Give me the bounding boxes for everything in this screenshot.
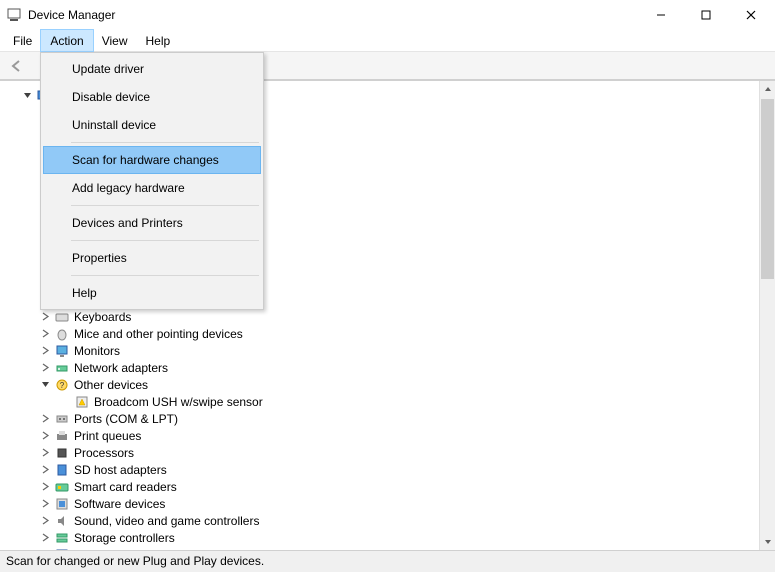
tree-node[interactable]: Software devices [2,495,759,512]
tree-spacer [58,395,72,409]
tree-node-label: Network adapters [74,361,168,375]
menu-view[interactable]: View [93,30,137,51]
menubar: File Action View Help [0,30,775,52]
menu-help[interactable]: Help [137,30,180,51]
app-icon [6,7,22,23]
expand-icon[interactable] [38,446,52,460]
printer-icon [54,428,70,444]
monitor-icon [54,343,70,359]
tree-node-label: Ports (COM & LPT) [74,412,178,426]
ports-icon [54,411,70,427]
menu-item-properties[interactable]: Properties [43,244,261,272]
expand-icon[interactable] [38,497,52,511]
menu-file[interactable]: File [4,30,41,51]
menu-item-uninstall-device[interactable]: Uninstall device [43,111,261,139]
tree-node[interactable]: Smart card readers [2,478,759,495]
action-dropdown: Update driverDisable deviceUninstall dev… [40,52,264,310]
tree-node-label: Broadcom USH w/swipe sensor [94,395,263,409]
menu-separator [71,240,259,241]
menu-item-devices-and-printers[interactable]: Devices and Printers [43,209,261,237]
menu-item-help[interactable]: Help [43,279,261,307]
window-controls [638,0,773,30]
collapse-icon[interactable] [38,378,52,392]
menu-separator [71,205,259,206]
close-button[interactable] [728,0,773,30]
tree-node[interactable]: Keyboards [2,308,759,325]
menu-separator [71,275,259,276]
scroll-thumb[interactable] [761,99,774,279]
tree-node[interactable]: Processors [2,444,759,461]
tree-node-label: Monitors [74,344,120,358]
menu-item-add-legacy-hardware[interactable]: Add legacy hardware [43,174,261,202]
menu-item-disable-device[interactable]: Disable device [43,83,261,111]
expand-icon[interactable] [38,531,52,545]
tree-node-label: Storage controllers [74,531,175,545]
scroll-down-button[interactable] [760,534,775,550]
minimize-button[interactable] [638,0,683,30]
tree-node[interactable]: Print queues [2,427,759,444]
svg-text:?: ? [60,381,65,390]
tree-node-label: SD host adapters [74,463,167,477]
tree-node-label: Processors [74,446,134,460]
tree-node[interactable]: Ports (COM & LPT) [2,410,759,427]
tree-node[interactable]: Sound, video and game controllers [2,512,759,529]
tree-node-label: Sound, video and game controllers [74,514,259,528]
tree-node[interactable]: Storage controllers [2,529,759,546]
tree-node-label: Smart card readers [74,480,177,494]
warning-icon [74,394,90,410]
tree-node-label: Other devices [74,378,148,392]
maximize-button[interactable] [683,0,728,30]
sound-icon [54,513,70,529]
expand-icon[interactable] [38,514,52,528]
network-icon [54,360,70,376]
software-icon [54,496,70,512]
tree-node[interactable]: SD host adapters [2,461,759,478]
tree-node[interactable]: Mice and other pointing devices [2,325,759,342]
tree-node-label: Mice and other pointing devices [74,327,243,341]
keyboard-icon [54,309,70,325]
mouse-icon [54,326,70,342]
menu-item-scan-for-hardware-changes[interactable]: Scan for hardware changes [43,146,261,174]
tree-node[interactable]: Broadcom USH w/swipe sensor [2,393,759,410]
scroll-up-button[interactable] [760,81,775,97]
sd-icon [54,462,70,478]
expand-icon[interactable] [38,361,52,375]
processor-icon [54,445,70,461]
tree-node[interactable]: Monitors [2,342,759,359]
other-icon: ? [54,377,70,393]
storage-icon [54,530,70,546]
titlebar: Device Manager [0,0,775,30]
status-text: Scan for changed or new Plug and Play de… [6,554,264,568]
statusbar: Scan for changed or new Plug and Play de… [0,550,775,572]
menu-action[interactable]: Action [41,30,92,51]
window-title: Device Manager [28,8,115,22]
smartcard-icon [54,479,70,495]
tree-node-label: Software devices [74,497,165,511]
tree-node[interactable]: ? Other devices [2,376,759,393]
vertical-scrollbar[interactable] [759,81,775,550]
expand-icon[interactable] [38,344,52,358]
menu-separator [71,142,259,143]
expand-icon[interactable] [38,327,52,341]
back-button[interactable] [6,55,28,77]
tree-node-label: Keyboards [74,310,131,324]
collapse-icon[interactable] [20,89,34,103]
expand-icon[interactable] [38,480,52,494]
expand-icon[interactable] [38,310,52,324]
tree-node[interactable]: Network adapters [2,359,759,376]
expand-icon[interactable] [38,463,52,477]
expand-icon[interactable] [38,429,52,443]
menu-item-update-driver[interactable]: Update driver [43,55,261,83]
expand-icon[interactable] [38,412,52,426]
tree-node-label: Print queues [74,429,141,443]
